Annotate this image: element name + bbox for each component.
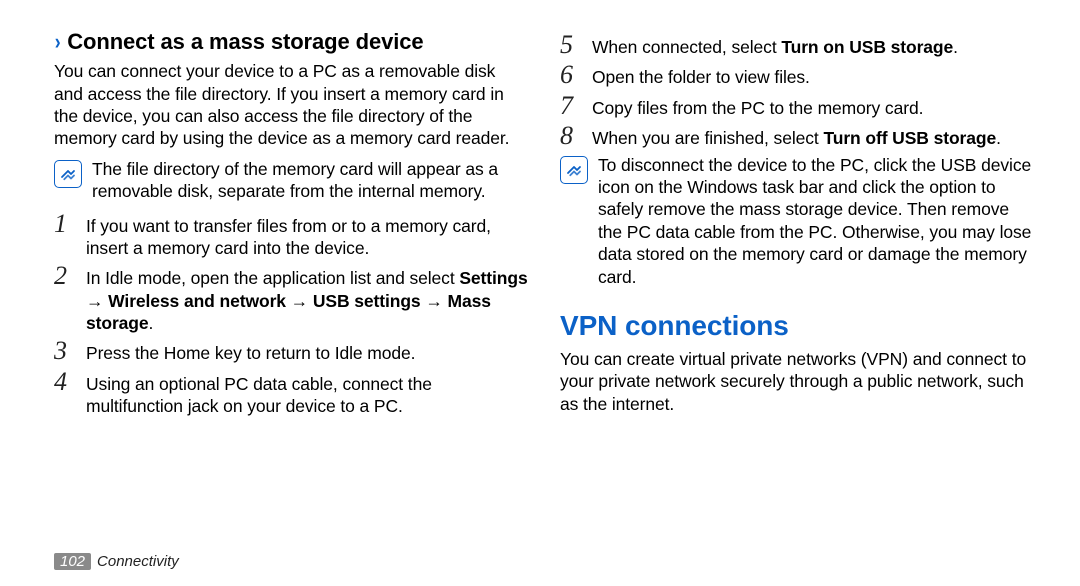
right-column: 5 When connected, select Turn on USB sto… <box>560 28 1034 566</box>
section-intro: You can create virtual private networks … <box>560 348 1034 415</box>
page-number: 102 <box>54 553 91 570</box>
step-text: Open the folder to view files. <box>592 62 1034 88</box>
step-number: 6 <box>560 62 580 88</box>
chapter-name: Connectivity <box>97 553 179 570</box>
step-number: 4 <box>54 369 74 395</box>
step-item: 3 Press the Home key to return to Idle m… <box>54 338 528 364</box>
step-item: 7 Copy files from the PC to the memory c… <box>560 93 1034 119</box>
note-block: The file directory of the memory card wi… <box>54 158 528 203</box>
note-text: The file directory of the memory card wi… <box>92 158 528 203</box>
section-title: VPN connections <box>560 308 1034 344</box>
step-text: When connected, select Turn on USB stora… <box>592 32 1034 58</box>
step-number: 7 <box>560 93 580 119</box>
step-text: Using an optional PC data cable, connect… <box>86 369 528 418</box>
step-text: If you want to transfer files from or to… <box>86 211 528 260</box>
step-item: 8 When you are finished, select Turn off… <box>560 123 1034 149</box>
step-item: 5 When connected, select Turn on USB sto… <box>560 32 1034 58</box>
step-text: Press the Home key to return to Idle mod… <box>86 338 528 364</box>
step-number: 2 <box>54 263 74 289</box>
step-item: 1 If you want to transfer files from or … <box>54 211 528 260</box>
steps-list: 5 When connected, select Turn on USB sto… <box>560 32 1034 150</box>
note-text: To disconnect the device to the PC, clic… <box>598 154 1034 288</box>
step-number: 8 <box>560 123 580 149</box>
step-item: 2 In Idle mode, open the application lis… <box>54 263 528 334</box>
note-icon <box>560 156 588 184</box>
page-footer: 102 Connectivity <box>54 553 179 570</box>
note-block: To disconnect the device to the PC, clic… <box>560 154 1034 288</box>
intro-paragraph: You can connect your device to a PC as a… <box>54 60 528 150</box>
step-text: When you are finished, select Turn off U… <box>592 123 1034 149</box>
step-item: 4 Using an optional PC data cable, conne… <box>54 369 528 418</box>
step-number: 3 <box>54 338 74 364</box>
subsection-heading: › Connect as a mass storage device <box>54 28 528 56</box>
step-number: 5 <box>560 32 580 58</box>
step-number: 1 <box>54 211 74 237</box>
subsection-heading-text: Connect as a mass storage device <box>67 28 423 56</box>
document-page: › Connect as a mass storage device You c… <box>0 0 1080 586</box>
step-text: Copy files from the PC to the memory car… <box>592 93 1034 119</box>
left-column: › Connect as a mass storage device You c… <box>54 28 528 566</box>
step-text: In Idle mode, open the application list … <box>86 263 528 334</box>
steps-list: 1 If you want to transfer files from or … <box>54 211 528 418</box>
step-item: 6 Open the folder to view files. <box>560 62 1034 88</box>
note-icon <box>54 160 82 188</box>
chevron-right-icon: › <box>55 28 61 56</box>
